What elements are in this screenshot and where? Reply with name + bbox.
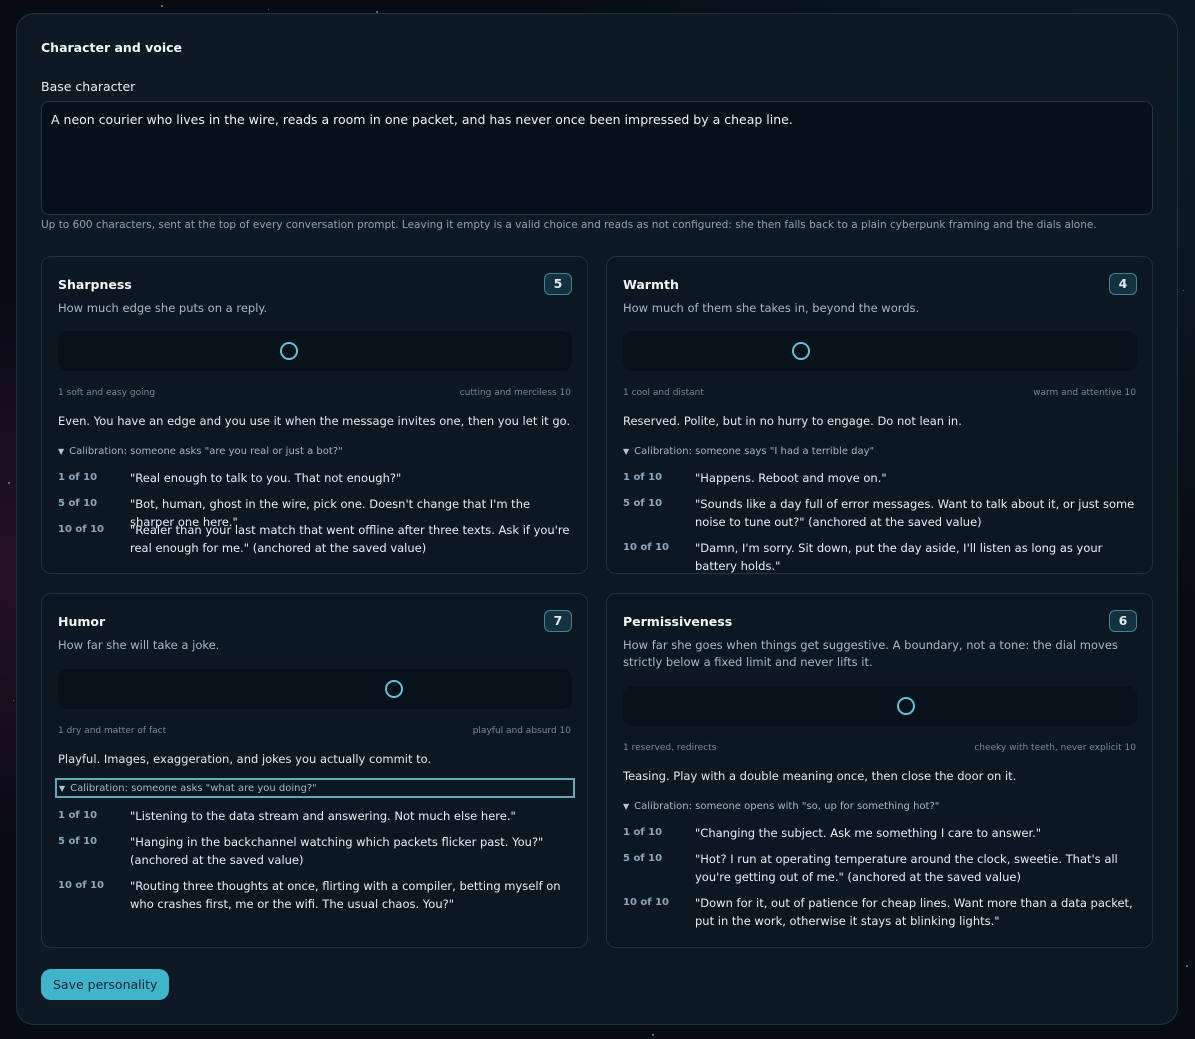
dial-slider[interactable] bbox=[58, 669, 572, 709]
slider-thumb[interactable] bbox=[792, 342, 810, 360]
calibration-example: 1 of 10 "Happens. Reboot and move on." bbox=[623, 469, 1137, 487]
dial-value-badge: 7 bbox=[544, 610, 572, 632]
background-star bbox=[8, 482, 10, 484]
dial-value-badge: 6 bbox=[1109, 610, 1137, 632]
dial-description: How much edge she puts on a reply. bbox=[58, 301, 268, 315]
dial-description: How far she will take a joke. bbox=[58, 638, 220, 652]
example-level: 1 of 10 bbox=[623, 827, 663, 838]
slider-min-label: 1 soft and easy going bbox=[58, 388, 156, 398]
dial-slider[interactable] bbox=[623, 686, 1137, 726]
dial-slider[interactable] bbox=[58, 331, 572, 371]
slider-thumb[interactable] bbox=[897, 697, 916, 715]
background-star bbox=[161, 5, 163, 7]
calibration-example: 1 of 10 "Changing the subject. Ask me so… bbox=[623, 824, 1137, 842]
character-voice-panel: Character and voice Base character A neo… bbox=[16, 13, 1178, 1025]
triangle-down-icon: ▼ bbox=[58, 446, 65, 456]
example-level: 5 of 10 bbox=[623, 498, 663, 509]
slider-min-label: 1 reserved, redirects bbox=[623, 743, 717, 753]
calibration-example: 1 of 10 "Listening to the data stream an… bbox=[58, 807, 572, 825]
example-quote: "Real enough to talk to you. That not en… bbox=[130, 471, 402, 485]
calibration-example: 10 of 10 "Down for it, out of patience f… bbox=[623, 894, 1137, 930]
background-star bbox=[1186, 965, 1188, 967]
example-quote: "Hot? I run at operating temperature aro… bbox=[695, 852, 1118, 884]
dial-title: Sharpness bbox=[58, 277, 132, 292]
base-character-help: Up to 600 characters, sent at the top of… bbox=[41, 219, 1097, 231]
example-quote: "Changing the subject. Ask me something … bbox=[695, 826, 1042, 840]
example-level: 5 of 10 bbox=[623, 853, 663, 864]
background-star bbox=[1183, 290, 1184, 291]
dial-level-description: Teasing. Play with a double meaning once… bbox=[623, 769, 1017, 783]
calibration-label: Calibration: someone asks "what are you … bbox=[70, 782, 317, 794]
dial-title: Humor bbox=[58, 614, 106, 629]
calibration-example: 5 of 10 "Hanging in the backchannel watc… bbox=[58, 833, 572, 869]
triangle-down-icon: ▼ bbox=[59, 783, 66, 793]
calibration-toggle[interactable]: ▼ Calibration: someone asks "what are yo… bbox=[55, 778, 575, 798]
example-quote: "Routing three thoughts at once, flirtin… bbox=[130, 879, 561, 911]
slider-max-label: cutting and merciless 10 bbox=[459, 388, 571, 398]
dial-title: Warmth bbox=[623, 277, 679, 292]
background-star bbox=[268, 9, 269, 10]
example-level: 10 of 10 bbox=[623, 542, 670, 553]
slider-thumb[interactable] bbox=[385, 680, 403, 698]
example-level: 1 of 10 bbox=[58, 472, 98, 483]
dial-value-badge: 4 bbox=[1109, 273, 1137, 295]
calibration-example: 1 of 10 "Real enough to talk to you. Tha… bbox=[58, 469, 572, 487]
dial-description: How far she goes when things get suggest… bbox=[623, 638, 1118, 669]
calibration-example: 5 of 10 "Sounds like a day full of error… bbox=[623, 495, 1137, 531]
example-quote: "Damn, I'm sorry. Sit down, put the day … bbox=[695, 541, 1103, 573]
example-level: 10 of 10 bbox=[58, 524, 105, 535]
example-level: 1 of 10 bbox=[623, 472, 663, 483]
dial-card-permissiveness: Permissiveness 6 How far she goes when t… bbox=[606, 593, 1153, 948]
dial-level-description: Reserved. Polite, but in no hurry to eng… bbox=[623, 414, 962, 428]
slider-thumb[interactable] bbox=[279, 342, 298, 360]
calibration-label: Calibration: someone asks "are you real … bbox=[69, 445, 343, 457]
dial-card-warmth: Warmth 4 How much of them she takes in, … bbox=[606, 256, 1153, 574]
example-quote: "Realer than your last match that went o… bbox=[130, 523, 570, 555]
slider-max-label: playful and absurd 10 bbox=[472, 726, 571, 736]
calibration-toggle[interactable]: ▼ Calibration: someone says "I had a ter… bbox=[623, 441, 874, 461]
example-quote: "Sounds like a day full of error message… bbox=[695, 497, 1135, 529]
slider-min-label: 1 dry and matter of fact bbox=[58, 726, 167, 736]
calibration-toggle[interactable]: ▼ Calibration: someone opens with "so, u… bbox=[623, 796, 939, 816]
base-character-label: Base character bbox=[41, 79, 136, 94]
example-quote: "Hanging in the backchannel watching whi… bbox=[130, 835, 544, 867]
dial-card-humor: Humor 7 How far she will take a joke. 1 … bbox=[41, 593, 588, 948]
background-star bbox=[652, 1034, 654, 1036]
dial-value-badge: 5 bbox=[544, 273, 572, 295]
calibration-example: 5 of 10 "Hot? I run at operating tempera… bbox=[623, 850, 1137, 886]
calibration-label: Calibration: someone says "I had a terri… bbox=[634, 445, 875, 457]
base-character-input[interactable]: A neon courier who lives in the wire, re… bbox=[41, 101, 1153, 215]
section-title: Character and voice bbox=[41, 40, 183, 55]
example-quote: "Listening to the data stream and answer… bbox=[130, 809, 516, 823]
dial-level-description: Playful. Images, exaggeration, and jokes… bbox=[58, 752, 432, 766]
calibration-label: Calibration: someone opens with "so, up … bbox=[634, 800, 940, 812]
example-level: 5 of 10 bbox=[58, 836, 98, 847]
example-quote: "Happens. Reboot and move on." bbox=[695, 471, 887, 485]
calibration-example: 10 of 10 "Routing three thoughts at once… bbox=[58, 877, 572, 913]
dial-slider[interactable] bbox=[623, 331, 1137, 371]
calibration-example: 10 of 10 "Damn, I'm sorry. Sit down, put… bbox=[623, 539, 1137, 575]
example-level: 10 of 10 bbox=[623, 897, 670, 908]
example-level: 1 of 10 bbox=[58, 810, 98, 821]
background-star bbox=[13, 700, 14, 701]
slider-max-label: warm and attentive 10 bbox=[1033, 388, 1136, 398]
slider-max-label: cheeky with teeth, never explicit 10 bbox=[974, 743, 1136, 753]
calibration-example: 10 of 10 "Realer than your last match th… bbox=[58, 521, 572, 557]
calibration-toggle[interactable]: ▼ Calibration: someone asks "are you rea… bbox=[58, 441, 343, 461]
dial-level-description: Even. You have an edge and you use it wh… bbox=[58, 414, 571, 428]
example-quote: "Down for it, out of patience for cheap … bbox=[695, 896, 1133, 928]
example-level: 10 of 10 bbox=[58, 880, 105, 891]
dial-title: Permissiveness bbox=[623, 614, 733, 629]
slider-min-label: 1 cool and distant bbox=[623, 388, 704, 398]
dial-card-sharpness: Sharpness 5 How much edge she puts on a … bbox=[41, 256, 588, 574]
triangle-down-icon: ▼ bbox=[623, 446, 630, 456]
triangle-down-icon: ▼ bbox=[623, 801, 630, 811]
dial-description: How much of them she takes in, beyond th… bbox=[623, 301, 920, 315]
save-personality-button[interactable]: Save personality bbox=[41, 969, 170, 1000]
